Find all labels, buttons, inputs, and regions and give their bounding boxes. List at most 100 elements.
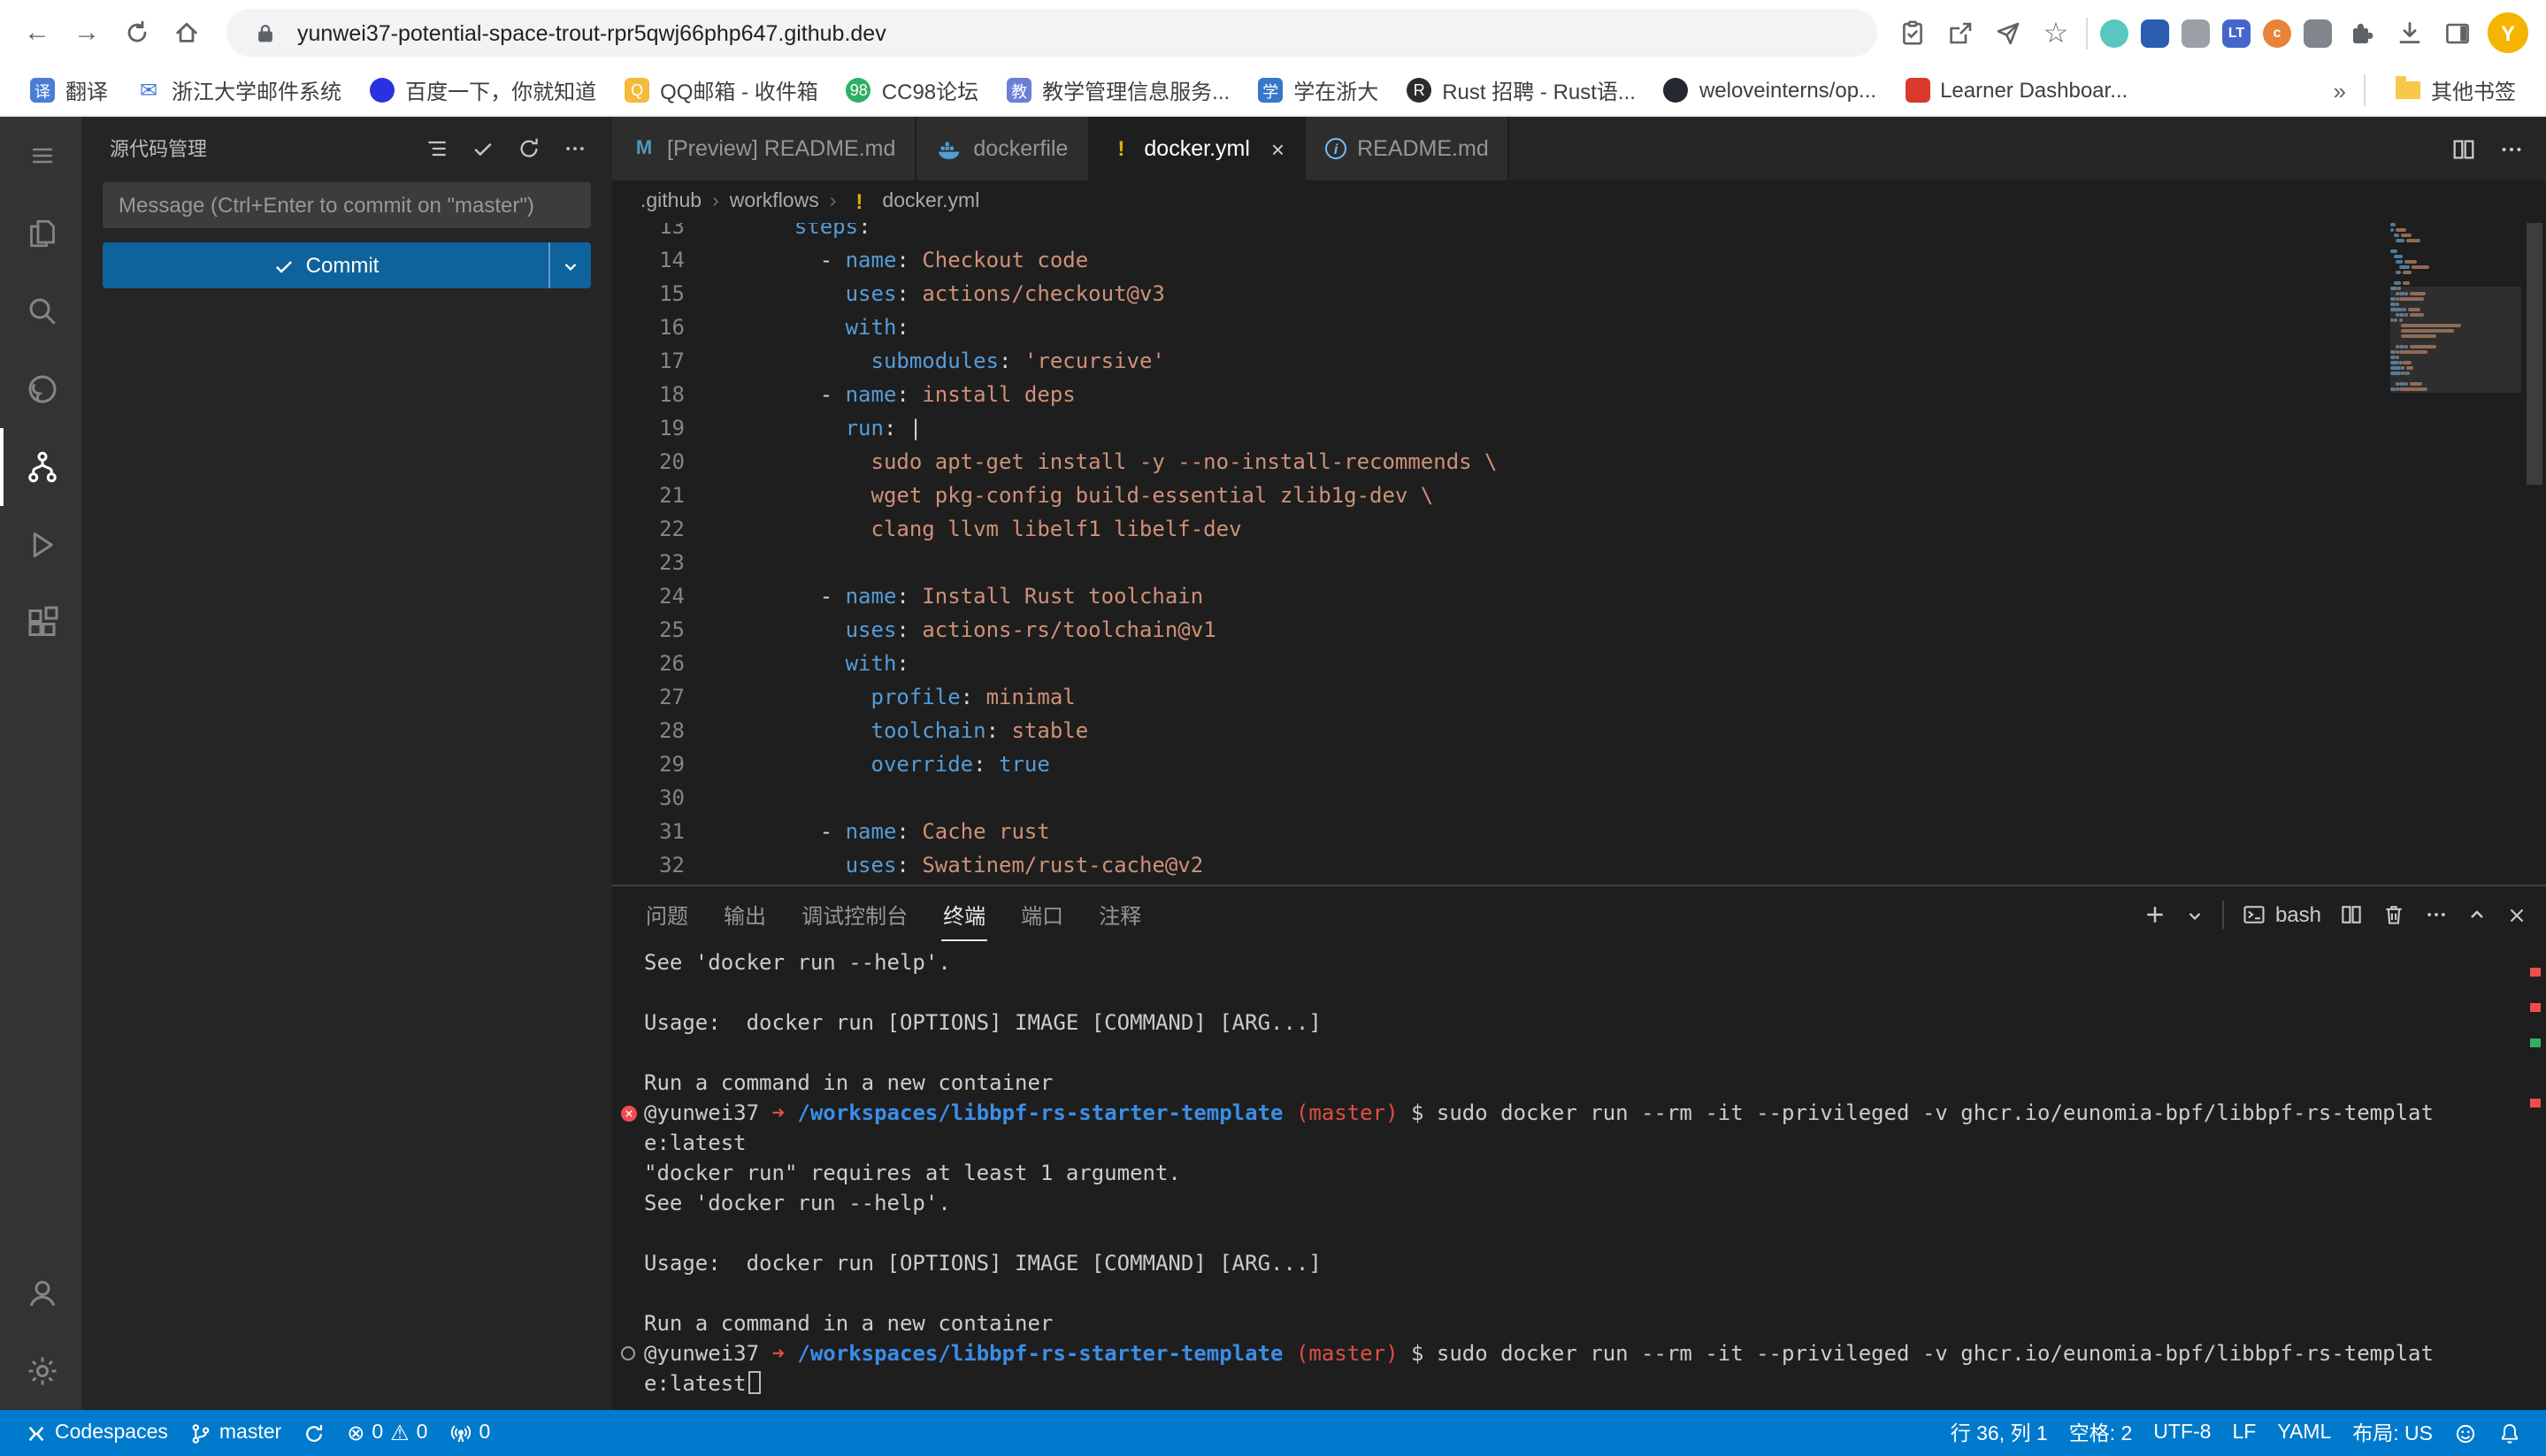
problems-indicator[interactable]: ⊗ 0 ⚠ 0	[336, 1410, 438, 1456]
open-in-new-icon[interactable]	[1943, 15, 1978, 50]
editor-tab[interactable]: dockerfile	[916, 117, 1089, 180]
reload-icon[interactable]	[113, 10, 159, 56]
panel-more-icon[interactable]	[2424, 902, 2449, 927]
bookmark-item[interactable]: 译翻译	[18, 70, 120, 111]
editor-more-icon[interactable]	[2498, 135, 2525, 162]
panel-tab-问题[interactable]: 问题	[644, 888, 690, 941]
bookmark-item[interactable]: QQQ邮箱 - 收件箱	[612, 70, 831, 111]
breadcrumb-item[interactable]: workflows	[730, 191, 819, 212]
language-mode[interactable]: YAML	[2266, 1410, 2342, 1456]
refresh-icon[interactable]	[517, 135, 541, 160]
toolbar-divider	[2086, 17, 2088, 49]
branch-indicator[interactable]: master	[179, 1410, 292, 1456]
eol-sequence[interactable]: LF	[2221, 1410, 2266, 1456]
close-tab-icon[interactable]: ×	[1271, 135, 1285, 162]
menu-icon[interactable]	[0, 117, 81, 195]
profile-avatar[interactable]: Y	[2488, 12, 2528, 53]
commit-button[interactable]: Commit	[103, 242, 591, 288]
bookmark-item[interactable]: ✉浙江大学邮件系统	[124, 70, 354, 111]
line-number: 20	[612, 446, 685, 479]
back-icon[interactable]: ←	[14, 10, 60, 56]
home-icon[interactable]	[163, 10, 209, 56]
downloads-icon[interactable]	[2392, 15, 2427, 50]
bookmark-item[interactable]: 学学在浙大	[1246, 70, 1391, 111]
bookmarks-overflow-chevron[interactable]: »	[2334, 77, 2346, 103]
blue-extension-icon[interactable]	[2141, 19, 2169, 47]
panel-tab-输出[interactable]: 输出	[722, 888, 768, 941]
new-terminal-icon[interactable]	[2143, 902, 2167, 927]
keyboard-layout[interactable]: 布局: US	[2342, 1410, 2443, 1456]
commit-button-main[interactable]: Commit	[103, 253, 548, 278]
split-terminal-icon[interactable]	[2339, 902, 2364, 927]
github-icon[interactable]	[0, 350, 81, 428]
bookmark-item[interactable]: Learner Dashboar...	[1892, 73, 2140, 108]
teal-extension-icon[interactable]	[2100, 19, 2128, 47]
source-control-icon[interactable]	[0, 428, 81, 506]
breadcrumb-item[interactable]: docker.yml	[882, 191, 979, 212]
editor-pane[interactable]: 13 steps:14 - name: Checkout code15 uses…	[612, 223, 2546, 885]
minimap-slider[interactable]	[2390, 287, 2521, 393]
split-editor-icon[interactable]	[2450, 135, 2477, 162]
commit-check-icon[interactable]	[471, 135, 495, 160]
panel-tab-终端[interactable]: 终端	[941, 888, 987, 941]
grid-extension-icon[interactable]	[2182, 19, 2210, 47]
share-icon[interactable]	[1990, 15, 2026, 50]
editor-tab-actions	[2429, 117, 2546, 180]
explorer-icon[interactable]	[0, 195, 81, 272]
panel-header: 问题输出调试控制台终端端口注释 bash	[612, 886, 2546, 943]
bookmark-item[interactable]: RRust 招聘 - Rust语...	[1394, 70, 1648, 111]
notifications-bell-icon[interactable]	[2488, 1410, 2532, 1456]
cursor-position[interactable]: 行 36, 列 1	[1940, 1410, 2059, 1456]
editor-tab[interactable]: M[Preview] README.md	[612, 117, 916, 180]
ports-indicator[interactable]: 0	[438, 1410, 501, 1456]
view-as-list-icon[interactable]	[425, 135, 449, 160]
bookmark-star-icon[interactable]: ☆	[2038, 15, 2074, 50]
bookmark-item[interactable]: 98CC98论坛	[834, 70, 991, 111]
feedback-smiley-icon[interactable]	[2443, 1410, 2488, 1456]
scrollbar-thumb[interactable]	[2527, 223, 2542, 485]
more-actions-icon[interactable]	[563, 135, 587, 160]
languagetool-extension-icon[interactable]: LT	[2222, 19, 2251, 47]
commit-dropdown[interactable]	[548, 242, 591, 288]
columns-extension-icon[interactable]	[2304, 19, 2332, 47]
terminal-profile-chevron-icon[interactable]	[2185, 905, 2205, 924]
settings-gear-icon[interactable]	[0, 1332, 81, 1410]
indentation[interactable]: 空格: 2	[2059, 1410, 2143, 1456]
forward-icon[interactable]: →	[64, 10, 110, 56]
editor-tab[interactable]: iREADME.md	[1306, 117, 1510, 180]
sync-indicator[interactable]	[292, 1410, 336, 1456]
bookmark-item[interactable]: weloveinterns/op...	[1652, 73, 1889, 108]
breadcrumb-item[interactable]: .github	[640, 191, 702, 212]
puzzle-icon[interactable]	[2344, 15, 2380, 50]
orange-extension-icon[interactable]: c	[2263, 19, 2291, 47]
other-bookmarks[interactable]: 其他书签	[2383, 70, 2528, 111]
terminal-output[interactable]: See 'docker run --help'.Usage: docker ru…	[612, 943, 2546, 1410]
panel-tab-端口[interactable]: 端口	[1019, 888, 1065, 941]
maximize-panel-icon[interactable]	[2466, 904, 2488, 925]
panel-tab-调试控制台[interactable]: 调试控制台	[800, 888, 909, 941]
line-number: 19	[612, 412, 685, 446]
line-number: 14	[612, 244, 685, 278]
address-bar[interactable]: yunwei37-potential-space-trout-rpr5qwj66…	[226, 9, 1877, 57]
remote-indicator[interactable]: Codespaces	[14, 1410, 179, 1456]
account-icon[interactable]	[0, 1254, 81, 1332]
toolbar-right: ☆ LT c Y	[1895, 12, 2532, 53]
search-icon[interactable]	[0, 272, 81, 350]
bookmark-label: 学在浙大	[1293, 75, 1378, 105]
encoding[interactable]: UTF-8	[2143, 1410, 2221, 1456]
editor-scrollbar[interactable]	[2523, 223, 2546, 885]
bookmark-item[interactable]: 教教学管理信息服务...	[994, 70, 1242, 111]
clipboard-icon[interactable]	[1895, 15, 1930, 50]
commit-message-input[interactable]	[103, 182, 591, 228]
panel-tab-注释[interactable]: 注释	[1097, 888, 1143, 941]
extensions-icon[interactable]	[0, 584, 81, 662]
bookmark-item[interactable]: 百度一下，你就知道	[357, 70, 609, 111]
side-panel-icon[interactable]	[2440, 15, 2475, 50]
minimap[interactable]	[2390, 223, 2521, 885]
code-line: 29 override: true	[612, 748, 2546, 782]
terminal-instance[interactable]: bash	[2242, 902, 2321, 927]
run-debug-icon[interactable]	[0, 506, 81, 584]
close-panel-icon[interactable]	[2505, 903, 2528, 926]
kill-terminal-icon[interactable]	[2381, 902, 2406, 927]
editor-tab[interactable]: !docker.yml×	[1089, 117, 1306, 180]
